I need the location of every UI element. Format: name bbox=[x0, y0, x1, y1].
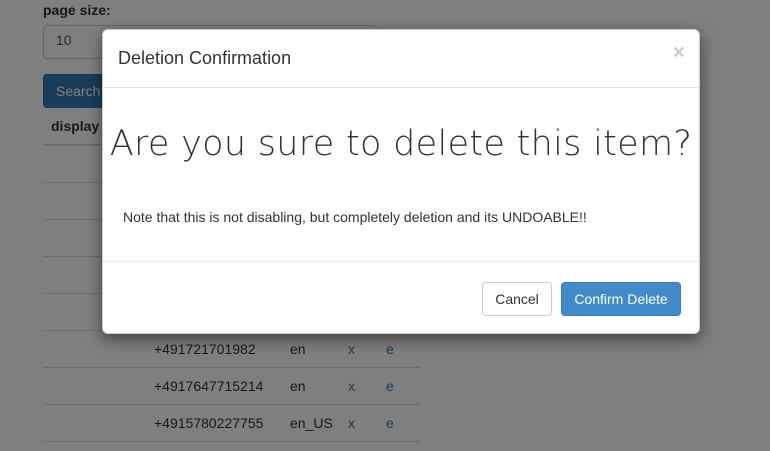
confirmation-question: Are you sure to delete this item? bbox=[109, 124, 693, 164]
modal-title: Deletion Confirmation bbox=[118, 48, 292, 68]
modal-header: Deletion Confirmation × bbox=[103, 30, 699, 88]
cancel-button[interactable]: Cancel bbox=[482, 282, 552, 316]
deletion-confirmation-dialog: Deletion Confirmation × Are you sure to … bbox=[102, 29, 700, 334]
confirm-delete-button[interactable]: Confirm Delete bbox=[561, 282, 681, 316]
warning-note: Note that this is not disabling, but com… bbox=[123, 209, 587, 225]
modal-footer: Cancel Confirm Delete bbox=[103, 261, 699, 335]
close-icon[interactable]: × bbox=[673, 42, 685, 63]
